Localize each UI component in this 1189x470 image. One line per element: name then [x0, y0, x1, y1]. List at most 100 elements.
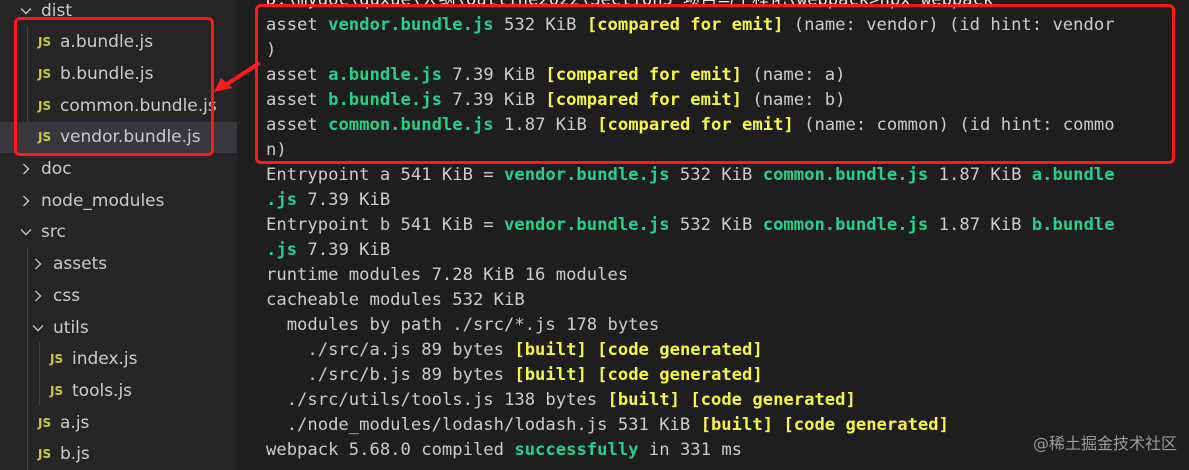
terminal-text-segment: .js: [266, 190, 298, 210]
terminal-text-segment: 1.87 KiB: [493, 115, 598, 135]
terminal-text-segment: Entrypoint a 541 KiB =: [266, 165, 504, 185]
file-item-index-js[interactable]: JS index.js: [0, 344, 237, 375]
terminal-text-segment: [built]: [607, 390, 680, 410]
terminal-text-segment: 7.39 KiB: [441, 90, 546, 110]
terminal-text-segment: 7.39 KiB: [297, 240, 391, 260]
javascript-file-icon: JS: [38, 415, 52, 430]
terminal-line: ): [266, 38, 276, 63]
terminal-text-segment: 7.39 KiB: [441, 65, 546, 85]
javascript-file-icon: JS: [38, 35, 52, 50]
tree-item-label: utils: [53, 317, 89, 338]
folder-item-node-modules[interactable]: node_modules: [0, 185, 237, 216]
folder-item-dist[interactable]: dist: [0, 0, 237, 26]
terminal-line: asset common.bundle.js 1.87 KiB [compare…: [266, 113, 1115, 138]
terminal-text-segment: [code generated]: [597, 365, 763, 385]
terminal-text-segment: [built]: [700, 415, 774, 435]
terminal-text-segment: (name: common) (id hint: commo: [793, 115, 1115, 135]
chevron-down-icon: [18, 3, 34, 19]
terminal-text-segment: modules by path ./src/*.js 178 bytes: [266, 315, 660, 335]
terminal-text-segment: D:\mydoc\quxue\大纲\Outline2022\Section5 项…: [266, 0, 994, 10]
chevron-down-icon: [30, 320, 46, 336]
terminal-text-segment: ./src/b.js 89 bytes: [266, 365, 515, 385]
javascript-file-icon: JS: [38, 98, 52, 113]
terminal-text-segment: n): [266, 140, 287, 160]
terminal-text-segment: successfully: [514, 440, 639, 460]
terminal-text-segment: asset: [266, 65, 329, 85]
terminal-text-segment: ./node_modules/lodash/lodash.js 531 KiB: [266, 415, 701, 435]
terminal-line: ./node_modules/lodash/lodash.js 531 KiB …: [266, 413, 949, 438]
terminal-text-segment: asset: [266, 15, 329, 35]
terminal-output[interactable]: D:\mydoc\quxue\大纲\Outline2022\Section5 项…: [237, 0, 1189, 470]
folder-item-utils[interactable]: utils: [0, 312, 237, 343]
tree-item-label: b.js: [60, 444, 90, 465]
annotation-arrow-icon: [214, 62, 260, 92]
terminal-text-segment: vendor.bundle.js: [504, 165, 670, 185]
file-item-a-bundle-js[interactable]: JS a.bundle.js: [0, 27, 237, 58]
terminal-text-segment: [compared for emit]: [586, 15, 784, 35]
file-explorer: dist JS a.bundle.js JS b.bundle.js JS common.b…: [0, 0, 237, 470]
terminal-line: Entrypoint b 541 KiB = vendor.bundle.js …: [266, 213, 1115, 238]
chevron-right-icon: [30, 256, 46, 272]
tree-item-label: index.js: [72, 349, 138, 370]
terminal-text-segment: b.bundle.js: [328, 90, 442, 110]
terminal-text-segment: common.bundle.js: [328, 115, 494, 135]
terminal-line: asset b.bundle.js 7.39 KiB [compared for…: [266, 88, 846, 113]
watermark: @稀土掘金技术社区: [1032, 434, 1177, 453]
terminal-line: n): [266, 138, 287, 163]
terminal-line: .js 7.39 KiB: [266, 188, 390, 213]
terminal-line: ./src/a.js 89 bytes [built] [code genera…: [266, 338, 763, 363]
terminal-line: ./src/b.js 89 bytes [built] [code genera…: [266, 363, 763, 388]
tree-item-label: doc: [41, 159, 72, 179]
terminal-text-segment: common.bundle.js: [762, 215, 929, 235]
terminal-line: .js 7.39 KiB: [266, 238, 390, 263]
terminal-text-segment: b.bundle: [1031, 215, 1115, 235]
terminal-line: webpack 5.68.0 compiled successfully in …: [266, 438, 742, 463]
file-item-a-js[interactable]: JS a.js: [0, 407, 237, 438]
terminal-text-segment: ./src/utils/tools.js 138 bytes: [266, 390, 608, 410]
file-item-vendor-bundle-js[interactable]: JS vendor.bundle.js: [0, 121, 237, 153]
terminal-text-segment: a.bundle: [1031, 165, 1115, 185]
chevron-down-icon: [18, 224, 34, 240]
terminal-text-segment: ): [266, 40, 277, 60]
folder-item-doc[interactable]: doc: [0, 154, 237, 185]
terminal-text-segment: [built]: [514, 340, 587, 360]
tree-item-label: assets: [53, 254, 108, 275]
folder-item-src[interactable]: src: [0, 217, 237, 248]
tree-item-label: dist: [41, 0, 73, 21]
terminal-text-segment: 532 KiB: [669, 165, 763, 185]
terminal-text-segment: asset: [266, 90, 329, 110]
javascript-file-icon: JS: [50, 383, 64, 398]
file-item-b-bundle-js[interactable]: JS b.bundle.js: [0, 58, 237, 89]
terminal-text-segment: webpack 5.68.0 compiled: [266, 440, 515, 460]
terminal-line: asset a.bundle.js 7.39 KiB [compared for…: [266, 63, 846, 88]
terminal-line: ./src/utils/tools.js 138 bytes [built] […: [266, 388, 856, 413]
javascript-file-icon: JS: [38, 66, 52, 81]
terminal-text-segment: ./src/a.js 89 bytes: [266, 340, 515, 360]
terminal-text-segment: in 331 ms: [638, 440, 743, 460]
terminal-text-segment: [compared for emit]: [545, 90, 743, 110]
javascript-file-icon: JS: [38, 130, 52, 145]
terminal-text-segment: 1.87 KiB: [928, 215, 1032, 235]
terminal-line: runtime modules 7.28 KiB 16 modules: [266, 263, 628, 288]
folder-item-css[interactable]: css: [0, 280, 237, 311]
terminal-line: asset vendor.bundle.js 532 KiB [compared…: [266, 13, 1115, 38]
tree-item-label: tools.js: [72, 380, 133, 401]
file-item-b-js[interactable]: JS b.js: [0, 439, 237, 470]
terminal-text-segment: .js: [266, 240, 298, 260]
tree-item-label: a.bundle.js: [60, 32, 154, 53]
file-item-common-bundle-js[interactable]: JS common.bundle.js: [0, 90, 237, 121]
terminal-text-segment: (name: a): [742, 65, 846, 85]
file-item-tools-js[interactable]: JS tools.js: [0, 375, 237, 406]
tree-item-label: vendor.bundle.js: [60, 127, 201, 148]
terminal-text-segment: Entrypoint b 541 KiB =: [266, 215, 504, 235]
folder-item-assets[interactable]: assets: [0, 249, 237, 280]
tree-item-label: src: [41, 222, 66, 243]
tree-item-label: a.js: [60, 412, 90, 433]
terminal-text-segment: [code generated]: [597, 340, 763, 360]
terminal-text-segment: common.bundle.js: [762, 165, 929, 185]
terminal-line: D:\mydoc\quxue\大纲\Outline2022\Section5 项…: [266, 0, 993, 13]
chevron-right-icon: [18, 193, 34, 209]
